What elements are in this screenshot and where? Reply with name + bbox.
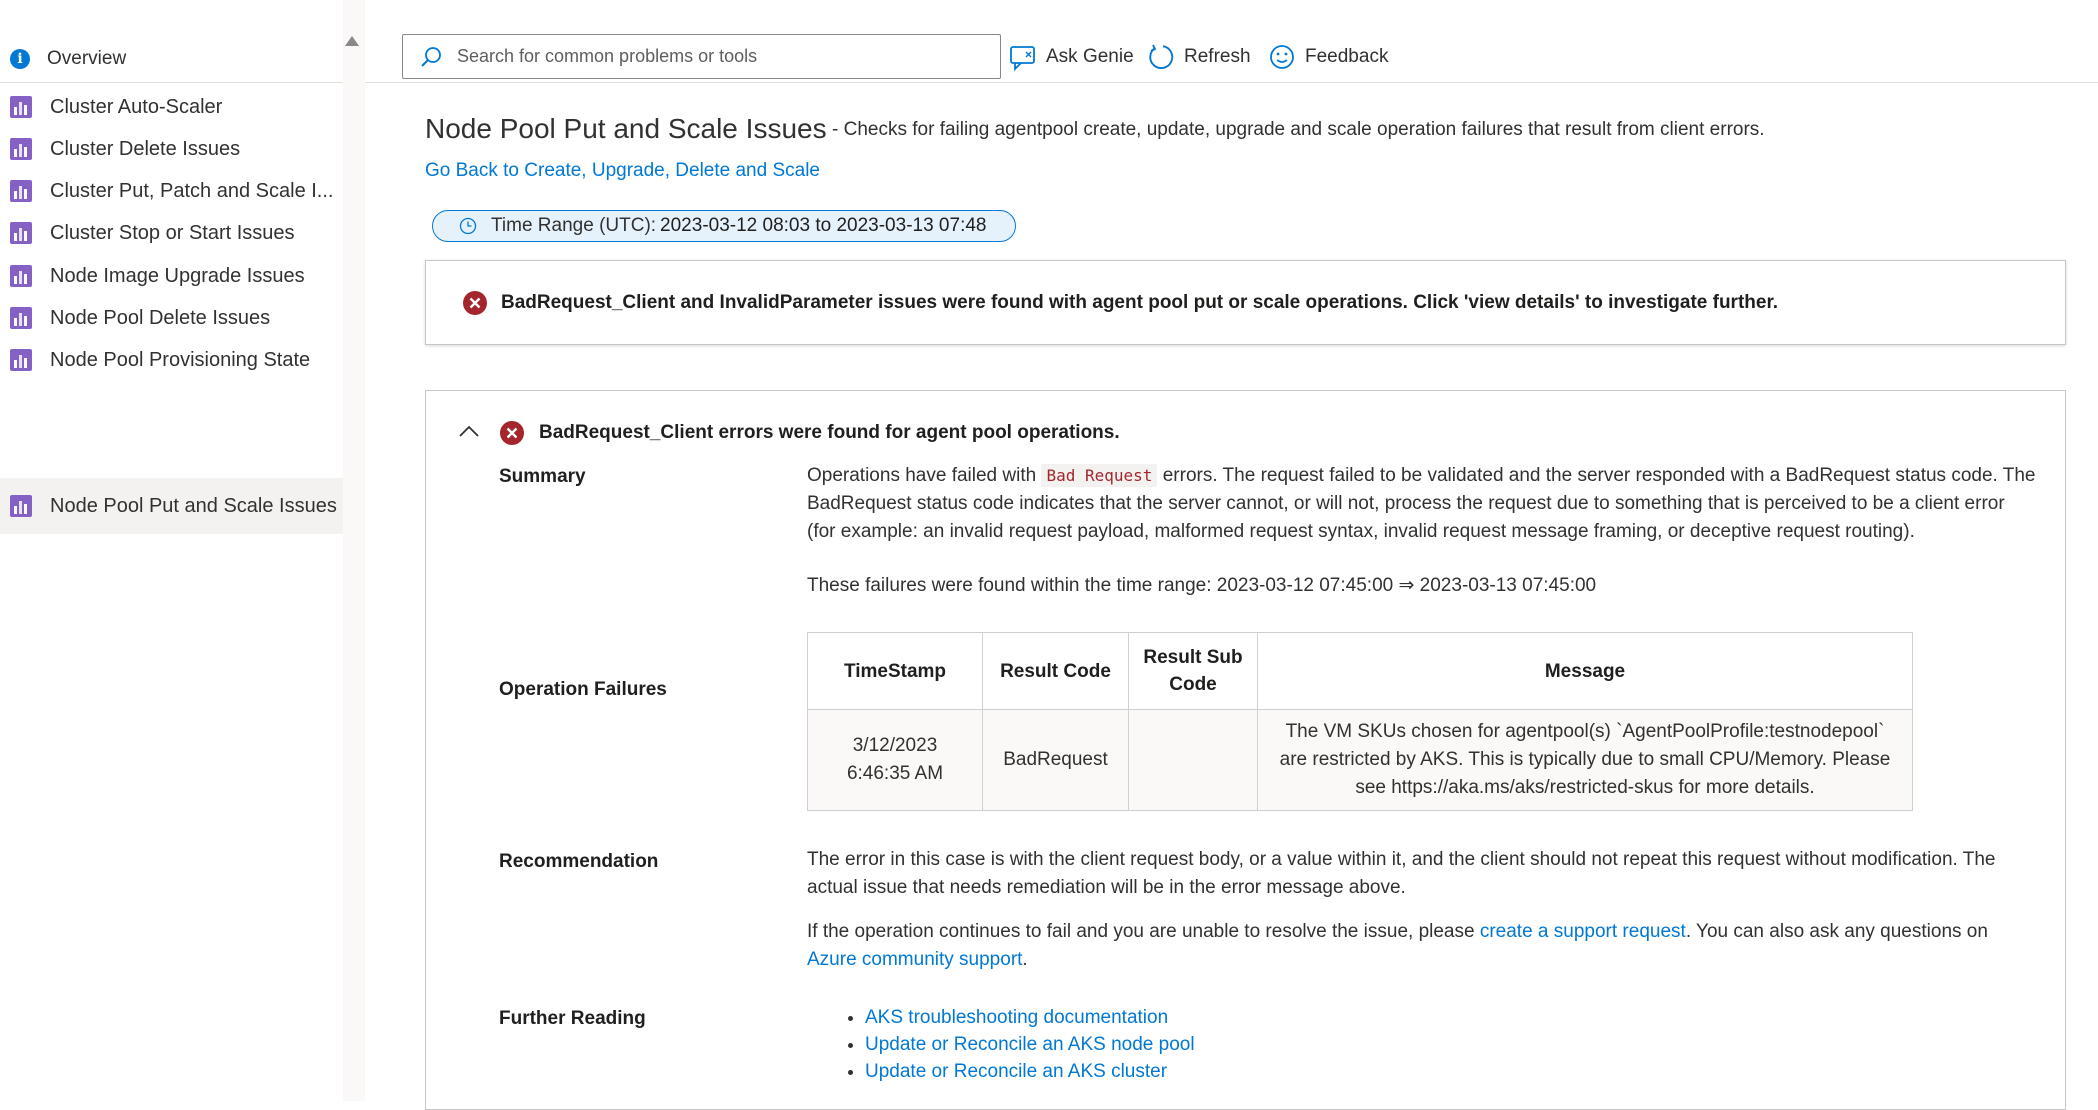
sidebar-item-label: Node Pool Provisioning State — [50, 348, 311, 371]
time-range-label: Time Range (UTC): — [491, 215, 657, 236]
sidebar-item-label: Cluster Auto-Scaler — [50, 95, 223, 118]
aks-troubleshooting-link[interactable]: AKS troubleshooting documentation — [865, 1007, 1168, 1028]
sidebar-item-label: Cluster Put, Patch and Scale I... — [50, 179, 334, 202]
support-end: . — [1022, 949, 1028, 970]
sidebar-item-label: Node Image Upgrade Issues — [50, 264, 305, 287]
insight-heading: BadRequest_Client errors were found for … — [539, 422, 1120, 443]
reconcile-cluster-link[interactable]: Update or Reconcile an AKS cluster — [865, 1061, 1167, 1082]
sidebar-item-label: Node Pool Delete Issues — [50, 306, 271, 329]
support-mid: . You can also ask any questions on — [1685, 921, 1988, 942]
sidebar-item-node-pool-provisioning[interactable]: Node Pool Provisioning State — [0, 332, 343, 388]
diagnostic-report-icon — [10, 307, 32, 329]
alert-banner: BadRequest_Client and InvalidParameter i… — [425, 260, 2066, 345]
chevron-up-icon[interactable] — [458, 424, 480, 438]
sidebar-item-label: Cluster Stop or Start Issues — [50, 221, 295, 244]
table-row: 3/12/2023 6:46:35 AM BadRequest The VM S… — [807, 709, 1913, 811]
bad-request-code: Bad Request — [1041, 464, 1158, 487]
summary-pre: Operations have failed with — [807, 465, 1037, 486]
diagnostic-report-icon — [10, 222, 32, 244]
alert-text: BadRequest_Client and InvalidParameter i… — [501, 291, 1779, 313]
failure-time-range: These failures were found within the tim… — [807, 575, 1597, 596]
diagnostic-report-icon — [10, 180, 32, 202]
diagnostic-report-icon — [10, 138, 32, 160]
error-icon — [463, 290, 487, 315]
sidebar: i Overview Cluster Auto-Scaler Cluster D… — [0, 0, 343, 1101]
diagnostic-report-icon — [10, 265, 32, 287]
summary-label: Summary — [499, 466, 586, 487]
azure-community-support-link[interactable]: Azure community support — [807, 949, 1022, 970]
nav-overview[interactable]: i Overview — [0, 36, 343, 83]
ask-genie-label: Ask Genie — [1046, 46, 1134, 67]
table-header-row: TimeStamp Result Code Result Sub Code Me… — [807, 632, 1913, 710]
list-item: Update or Reconcile an AKS node pool — [865, 1031, 1195, 1058]
operation-failures-label: Operation Failures — [499, 679, 667, 700]
timestamp-cell: 3/12/2023 6:46:35 AM — [807, 709, 983, 811]
search-box[interactable] — [402, 34, 1001, 79]
smiley-icon — [1270, 45, 1294, 69]
summary-text: Operations have failed with Bad Request … — [807, 462, 2037, 546]
further-reading-list: AKS troubleshooting documentation Update… — [835, 1004, 1195, 1085]
column-header[interactable]: Result Code — [982, 632, 1129, 710]
refresh-label: Refresh — [1184, 46, 1251, 67]
timestamp-date: 3/12/2023 — [852, 735, 938, 756]
feedback-button[interactable]: Feedback — [1268, 40, 1388, 74]
error-icon — [500, 421, 524, 445]
search-input[interactable] — [455, 45, 1000, 68]
ask-genie-button[interactable]: Ask Genie — [1009, 40, 1134, 74]
support-text: If the operation continues to fail and y… — [807, 918, 2037, 974]
result-sub-code-cell — [1128, 709, 1258, 811]
page-title: Node Pool Put and Scale Issues — [425, 113, 827, 144]
back-link[interactable]: Go Back to Create, Upgrade, Delete and S… — [425, 160, 820, 182]
info-icon: i — [10, 49, 30, 69]
page-subtitle: - Checks for failing agentpool create, u… — [832, 119, 1765, 140]
sidebar-item-node-pool-put-scale[interactable]: Node Pool Put and Scale Issues — [0, 478, 343, 534]
diagnostic-report-icon — [10, 349, 32, 371]
column-header[interactable]: Result Sub Code — [1128, 632, 1258, 710]
feedback-label: Feedback — [1305, 46, 1389, 67]
column-header[interactable]: Message — [1257, 632, 1913, 710]
support-pre: If the operation continues to fail and y… — [807, 921, 1475, 942]
column-header[interactable]: TimeStamp — [807, 632, 983, 710]
diagnostic-report-icon — [10, 96, 32, 118]
time-range-pill[interactable]: Time Range (UTC): 2023-03-12 08:03 to 20… — [432, 210, 1016, 242]
list-item: AKS troubleshooting documentation — [865, 1004, 1195, 1031]
reconcile-node-pool-link[interactable]: Update or Reconcile an AKS node pool — [865, 1034, 1195, 1055]
timestamp-time: 6:46:35 AM — [846, 763, 944, 784]
recommendation-text: The error in this case is with the clien… — [807, 849, 1996, 898]
operation-failures-table: TimeStamp Result Code Result Sub Code Me… — [807, 632, 1913, 811]
sidebar-item-label: Node Pool Put and Scale Issues — [50, 494, 337, 517]
further-reading-label: Further Reading — [499, 1008, 646, 1029]
result-code-cell: BadRequest — [982, 709, 1129, 811]
sidebar-item-label: Cluster Delete Issues — [50, 137, 241, 160]
sidebar-scrollbar[interactable] — [343, 0, 365, 1101]
nav-overview-label: Overview — [47, 48, 127, 69]
message-cell: The VM SKUs chosen for agentpool(s) `Age… — [1257, 709, 1913, 811]
list-item: Update or Reconcile an AKS cluster — [865, 1058, 1195, 1085]
search-icon — [421, 46, 441, 67]
recommendation-label: Recommendation — [499, 851, 659, 872]
diagnostic-report-icon — [10, 495, 32, 517]
refresh-button[interactable]: Refresh — [1147, 40, 1251, 74]
toolbar-divider — [365, 82, 2098, 83]
scroll-up-arrow-icon[interactable] — [345, 36, 359, 46]
ask-genie-icon — [1010, 46, 1035, 71]
time-range-value: 2023-03-12 08:03 to 2023-03-13 07:48 — [660, 215, 987, 236]
refresh-icon — [1149, 44, 1174, 69]
create-support-request-link[interactable]: create a support request — [1480, 921, 1686, 942]
clock-icon — [459, 217, 477, 235]
